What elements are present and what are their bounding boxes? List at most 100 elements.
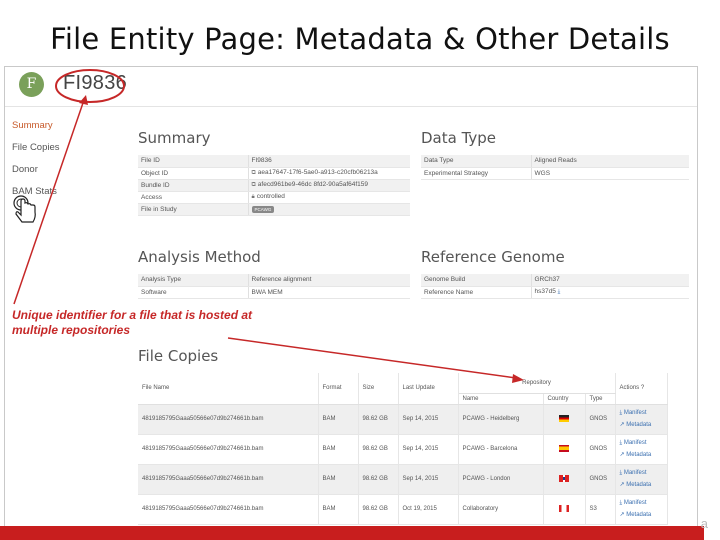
summary-key: Object ID: [138, 167, 249, 180]
col-country[interactable]: Country: [543, 393, 586, 405]
summary-row: Access 🔒︎ controlled: [138, 191, 410, 204]
size-cell: 98.62 GB: [358, 434, 399, 465]
analysis-row: Analysis Type Reference alignment: [138, 274, 410, 287]
manifest-label: Manifest: [623, 470, 647, 476]
data-type-table: Data Type Aligned Reads Experimental Stra…: [421, 155, 689, 180]
summary-row: File ID FI9836: [138, 155, 410, 168]
reference-key: Reference Name: [421, 286, 532, 299]
summary-row: Object ID ⧉ aea17647-17f6-5ae0-a913-c20cfb…: [138, 167, 410, 180]
actions-label: Actions: [619, 385, 640, 392]
study-badge[interactable]: PCAWG: [251, 205, 275, 213]
actions-cell: ⤓ Manifest ↗ Metadata: [615, 434, 668, 465]
analysis-method-table: Analysis Type Reference alignment Softwar…: [138, 274, 410, 299]
data-type-key: Data Type: [421, 155, 532, 168]
canada-flag-icon: [559, 505, 569, 513]
size-cell: 98.62 GB: [358, 464, 399, 495]
slide-title: File Entity Page: Metadata & Other Detai…: [50, 22, 670, 56]
sidebar-item-donor[interactable]: Donor: [12, 163, 122, 185]
download-icon[interactable]: ⤓: [558, 289, 561, 296]
sidebar-item-summary[interactable]: Summary: [12, 119, 122, 141]
repo-name-cell: PCAWG - London: [458, 464, 544, 495]
col-format[interactable]: Format: [318, 373, 359, 405]
summary-key: Bundle ID: [138, 179, 249, 192]
actions-cell: ⤓ Manifest ↗ Metadata: [615, 464, 668, 495]
repo-name-cell: PCAWG - Barcelona: [458, 434, 544, 465]
data-type-row: Data Type Aligned Reads: [421, 155, 689, 168]
metadata-link[interactable]: ↗ Metadata: [620, 479, 664, 491]
manifest-label: Manifest: [623, 440, 647, 446]
file-name-cell: 4819185795Gaaa50566e07d9b274661b.bam: [138, 464, 319, 495]
summary-value: FI9836: [248, 155, 410, 168]
table-row: 4819185795Gaaa50566e07d9b274661b.bam BAM…: [138, 494, 668, 525]
last-update-cell: Sep 14, 2015: [398, 404, 459, 435]
copy-icon[interactable]: ⧉: [252, 182, 256, 189]
col-size[interactable]: Size: [358, 373, 399, 405]
size-cell: 98.62 GB: [358, 404, 399, 435]
format-cell: BAM: [318, 404, 359, 435]
data-type-title: Data Type: [421, 129, 497, 147]
last-update-cell: Sep 14, 2015: [398, 434, 459, 465]
reference-genome-table: Genome Build GRCh37 Reference Name hs37d5 …: [421, 274, 689, 299]
data-type-row: Experimental Strategy WGS: [421, 167, 689, 180]
type-cell: GNOS: [585, 434, 616, 465]
manifest-link[interactable]: ⤓ Manifest: [620, 407, 664, 419]
format-cell: BAM: [318, 464, 359, 495]
table-row: 4819185795Gaaa50566e07d9b274661b.bam BAM…: [138, 434, 668, 465]
manifest-link[interactable]: ⤓ Manifest: [620, 497, 664, 509]
sidebar-item-file-copies[interactable]: File Copies: [12, 141, 122, 163]
last-update-cell: Sep 14, 2015: [398, 464, 459, 495]
col-last-update[interactable]: Last Update: [398, 373, 459, 405]
size-cell: 98.62 GB: [358, 494, 399, 525]
summary-table: File ID FI9836 Object ID ⧉ aea17647-17f6-5a…: [138, 155, 410, 216]
reference-genome-title: Reference Genome: [421, 248, 565, 266]
annotation-callout: Unique identifier for a file that is hos…: [12, 308, 253, 337]
analysis-method-title: Analysis Method: [138, 248, 261, 266]
file-id-title: FI9836: [63, 72, 128, 94]
reference-row: Reference Name hs37d5 ⤓: [421, 286, 689, 299]
summary-row: Bundle ID ⧉ afecd961be9-46dc 8fd2-90a5af64…: [138, 179, 410, 192]
file-name-cell: 4819185795Gaaa50566e07d9b274661b.bam: [138, 404, 319, 435]
metadata-link[interactable]: ↗ Metadata: [620, 509, 664, 521]
reference-value: GRCh37: [531, 274, 689, 287]
metadata-label: Metadata: [626, 422, 652, 428]
last-update-cell: Oct 19, 2015: [398, 494, 459, 525]
metadata-link[interactable]: ↗ Metadata: [620, 419, 664, 431]
summary-title: Summary: [138, 129, 211, 147]
country-cell: [543, 464, 586, 495]
manifest-label: Manifest: [623, 410, 647, 416]
col-type[interactable]: Type: [585, 393, 616, 405]
col-file-name[interactable]: File Name: [138, 373, 319, 405]
type-cell: GNOS: [585, 464, 616, 495]
analysis-key: Software: [138, 286, 249, 299]
data-type-value: WGS: [531, 167, 689, 180]
type-cell: GNOS: [585, 404, 616, 435]
actions-cell: ⤓ Manifest ↗ Metadata: [615, 404, 668, 435]
col-repo-name[interactable]: Name: [458, 393, 544, 405]
type-cell: S3: [585, 494, 616, 525]
country-cell: [543, 494, 586, 525]
manifest-link[interactable]: ⤓ Manifest: [620, 467, 664, 479]
help-icon[interactable]: ?: [641, 385, 644, 391]
copy-icon[interactable]: ⧉: [252, 170, 256, 177]
col-actions: Actions ?: [615, 373, 668, 405]
file-name-cell: 4819185795Gaaa50566e07d9b274661b.bam: [138, 494, 319, 525]
format-cell: BAM: [318, 494, 359, 525]
file-name-cell: 4819185795Gaaa50566e07d9b274661b.bam: [138, 434, 319, 465]
spain-flag-icon: [559, 445, 569, 453]
germany-flag-icon: [559, 415, 569, 423]
table-row: 4819185795Gaaa50566e07d9b274661b.bam BAM…: [138, 404, 668, 435]
metadata-label: Metadata: [626, 512, 652, 518]
footer-bar: [0, 518, 720, 540]
file-entity-icon: F: [19, 72, 44, 97]
entity-header: F FI9836: [5, 67, 697, 107]
summary-key: Access: [138, 191, 249, 204]
repo-name-cell: Collaboratory: [458, 494, 544, 525]
metadata-link[interactable]: ↗ Metadata: [620, 449, 664, 461]
manifest-link[interactable]: ⤓ Manifest: [620, 437, 664, 449]
col-repository: Repository: [458, 373, 616, 394]
analysis-key: Analysis Type: [138, 274, 249, 287]
screenshot-panel: F FI9836 Summary File Copies Donor BAM S…: [4, 66, 698, 528]
file-copies-title: File Copies: [138, 347, 219, 365]
metadata-label: Metadata: [626, 482, 652, 488]
summary-value: controlled: [256, 193, 285, 200]
